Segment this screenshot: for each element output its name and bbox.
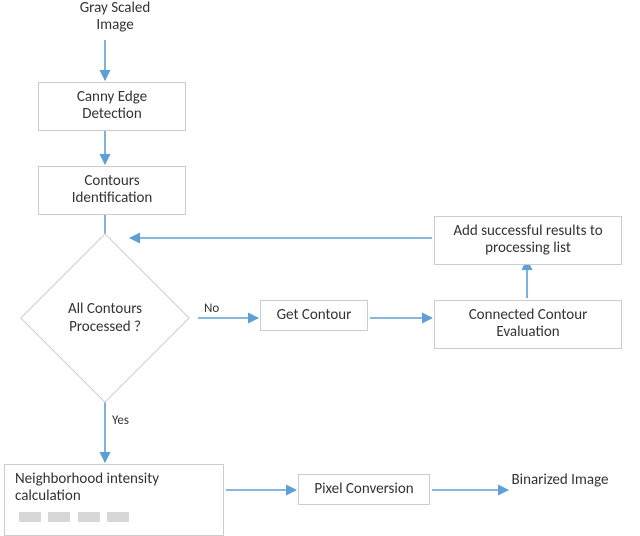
canny-edge-box: Canny Edge Detection [38, 82, 186, 131]
add-results-box: Add successful results to processing lis… [434, 216, 622, 265]
edge-label-yes: Yes [112, 414, 129, 429]
add-results-label: Add successful results to processing lis… [453, 222, 602, 257]
neighborhood-label: Neighborhood intensity calculation [15, 470, 159, 505]
decision-label: All Contours Processed ? [55, 300, 155, 336]
mini-bar-icon [48, 512, 70, 522]
neighborhood-box: Neighborhood intensity calculation [4, 464, 224, 536]
decision-diamond: All Contours Processed ? [45, 258, 165, 378]
flowchart-canvas: Gray Scaled Image Canny Edge Detection C… [0, 0, 640, 534]
mini-bar-icon [19, 512, 41, 522]
connected-eval-box: Connected Contour Evaluation [434, 300, 622, 349]
mini-bar-icon [78, 512, 100, 522]
mini-bar-icon [107, 512, 129, 522]
get-contour-box: Get Contour [260, 300, 368, 331]
pixel-conversion-box: Pixel Conversion [298, 474, 430, 505]
contours-ident-box: Contours Identification [38, 166, 186, 215]
start-terminator: Gray Scaled Image [60, 0, 170, 35]
edge-label-no: No [204, 302, 219, 317]
output-terminator: Binarized Image [510, 472, 610, 489]
